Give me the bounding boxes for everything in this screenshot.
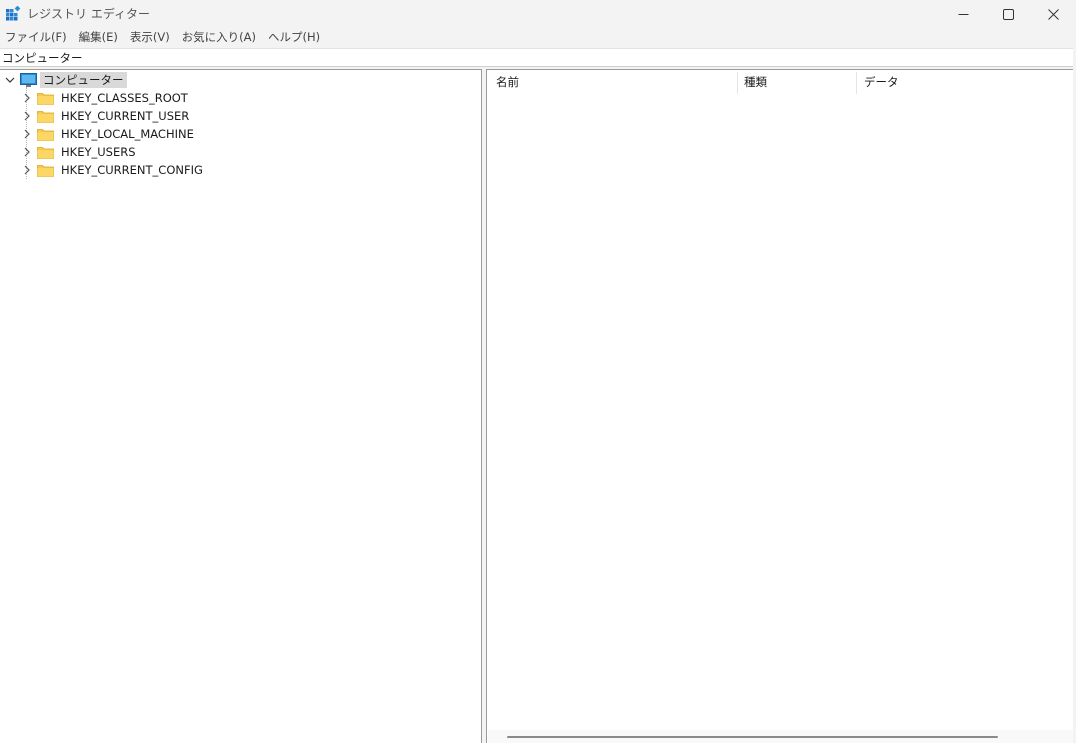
column-header-type[interactable]: 種類	[735, 70, 855, 95]
maximize-icon	[1002, 8, 1014, 20]
chevron-right-icon[interactable]	[21, 146, 33, 158]
window-title: レジストリ エディター	[27, 7, 150, 21]
registry-editor-window: レジストリ エディター ファイル(F) 編集(E) 表示(V) お気に入り(A)…	[0, 0, 1076, 743]
folder-icon	[37, 110, 54, 123]
menu-bar: ファイル(F) 編集(E) 表示(V) お気に入り(A) ヘルプ(H)	[0, 28, 1076, 47]
horizontal-scrollbar[interactable]	[488, 730, 1075, 743]
minimize-button[interactable]	[940, 0, 986, 28]
close-icon	[1047, 8, 1059, 20]
registry-editor-icon	[6, 6, 21, 21]
chevron-right-icon[interactable]	[21, 110, 33, 122]
address-bar[interactable]: コンピューター	[0, 48, 1073, 67]
folder-icon	[37, 164, 54, 177]
value-list-pane[interactable]: 名前 種類 データ	[486, 69, 1076, 743]
tree-item-label: HKEY_CURRENT_USER	[61, 109, 190, 123]
tree-item-hkey-current-config[interactable]: HKEY_CURRENT_CONFIG	[21, 161, 206, 179]
maximize-button[interactable]	[985, 0, 1031, 28]
tree-item-hkey-local-machine[interactable]: HKEY_LOCAL_MACHINE	[21, 125, 197, 143]
menu-favorites[interactable]: お気に入り(A)	[177, 28, 263, 47]
menu-file[interactable]: ファイル(F)	[0, 28, 74, 47]
tree-item-label: HKEY_CURRENT_CONFIG	[61, 163, 203, 177]
tree-item-label: HKEY_USERS	[61, 145, 136, 159]
chevron-right-icon[interactable]	[21, 92, 33, 104]
folder-icon	[37, 92, 54, 105]
tree-root-label: コンピューター	[40, 72, 127, 88]
chevron-right-icon[interactable]	[21, 164, 33, 176]
title-bar: レジストリ エディター	[0, 0, 1076, 28]
key-tree-pane[interactable]: コンピューター HKEY_CLASSES_ROOT HKEY_CURRENT_U…	[0, 69, 482, 743]
menu-view[interactable]: 表示(V)	[125, 28, 177, 47]
tree-item-label: HKEY_CLASSES_ROOT	[61, 91, 188, 105]
chevron-right-icon[interactable]	[21, 128, 33, 140]
folder-icon	[37, 128, 54, 141]
tree-item-hkey-users[interactable]: HKEY_USERS	[21, 143, 139, 161]
tree-item-hkey-current-user[interactable]: HKEY_CURRENT_USER	[21, 107, 192, 125]
minimize-icon	[958, 13, 968, 15]
computer-icon	[20, 73, 37, 87]
scrollbar-thumb[interactable]	[507, 736, 998, 738]
tree-item-hkey-classes-root[interactable]: HKEY_CLASSES_ROOT	[21, 89, 191, 107]
tree-item-label: HKEY_LOCAL_MACHINE	[61, 127, 194, 141]
tree-item-computer[interactable]: コンピューター	[4, 71, 127, 89]
folder-icon	[37, 146, 54, 159]
column-header-data[interactable]: データ	[855, 70, 1055, 95]
menu-help[interactable]: ヘルプ(H)	[263, 28, 327, 47]
chevron-down-icon[interactable]	[4, 74, 16, 86]
close-button[interactable]	[1030, 0, 1076, 28]
menu-edit[interactable]: 編集(E)	[74, 28, 125, 47]
column-header-name[interactable]: 名前	[487, 70, 737, 95]
